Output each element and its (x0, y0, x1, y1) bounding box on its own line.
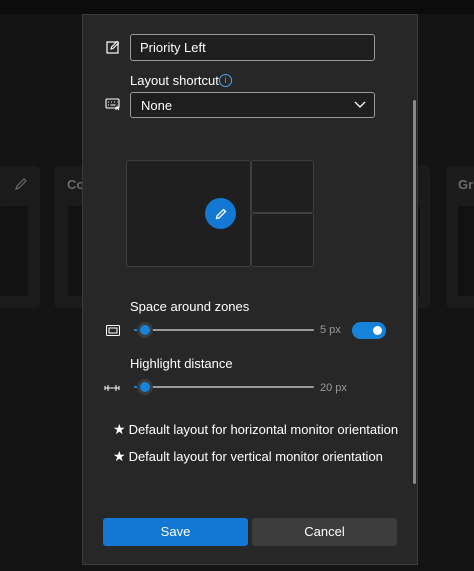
space-around-zones-label: Space around zones (130, 299, 250, 314)
highlight-distance-label: Highlight distance (130, 356, 233, 371)
dialog-scrollbar[interactable] (413, 100, 416, 484)
save-button[interactable]: Save (103, 518, 248, 546)
info-icon[interactable]: i (219, 74, 232, 87)
star-icon: ★ (113, 421, 126, 437)
layout-name-input[interactable] (130, 34, 375, 61)
chevron-down-icon (353, 96, 367, 117)
edit-icon (106, 40, 120, 59)
layout-shortcut-label: Layout shortcut (130, 73, 219, 88)
space-value: 5 px (320, 324, 341, 336)
layout-shortcut-value: None (141, 98, 173, 113)
default-horizontal-label: Default layout for horizontal monitor or… (128, 422, 399, 437)
space-slider-thumb[interactable] (136, 322, 153, 338)
space-around-zones-toggle[interactable] (352, 322, 386, 339)
cancel-button[interactable]: Cancel (252, 518, 397, 546)
default-vertical-option[interactable]: ★ Default layout for vertical monitor ori… (113, 448, 383, 465)
default-horizontal-option[interactable]: ★ Default layout for horizontal monitor o… (113, 421, 398, 438)
spacing-icon (106, 324, 120, 342)
highlight-distance-icon (104, 381, 120, 399)
highlight-slider-thumb[interactable] (136, 379, 153, 395)
highlight-value: 20 px (320, 382, 347, 394)
background-card-title-right: Gr (458, 177, 474, 192)
background-edit-icon (14, 177, 28, 196)
zone-top-right[interactable] (251, 160, 314, 213)
highlight-slider-track[interactable] (134, 386, 314, 388)
pencil-icon (215, 208, 226, 219)
zone-bottom-right[interactable] (251, 213, 314, 267)
default-vertical-label: Default layout for vertical monitor orie… (128, 449, 383, 464)
space-slider-track[interactable] (134, 329, 314, 331)
edit-zones-button[interactable] (205, 198, 236, 229)
keyboard-icon (105, 98, 121, 117)
background-topbar (0, 0, 474, 14)
toggle-knob (373, 326, 382, 335)
layout-shortcut-select[interactable]: None (130, 92, 375, 118)
star-icon: ★ (113, 448, 126, 464)
